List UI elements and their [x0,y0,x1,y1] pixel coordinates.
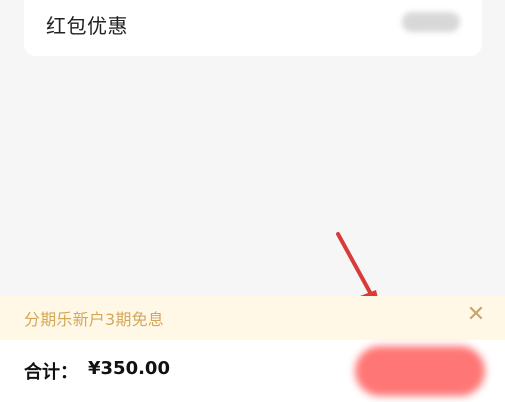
red-packet-discount-value-blurred [402,12,460,32]
submit-order-button[interactable] [355,346,485,396]
installment-promo-banner[interactable]: 分期乐新户3期免息 ✕ [0,296,505,340]
close-icon[interactable]: ✕ [465,304,487,326]
red-packet-discount-label: 红包优惠 [46,14,128,38]
annotation-arrow-shaft [336,232,374,298]
total-amount: ¥350.00 [88,358,170,379]
red-packet-discount-card[interactable]: 红包优惠 [24,0,482,56]
installment-promo-text: 分期乐新户3期免息 [24,310,164,329]
checkout-bottom-bar: 合计： ¥350.00 [0,340,505,402]
total-label: 合计： [24,362,78,383]
